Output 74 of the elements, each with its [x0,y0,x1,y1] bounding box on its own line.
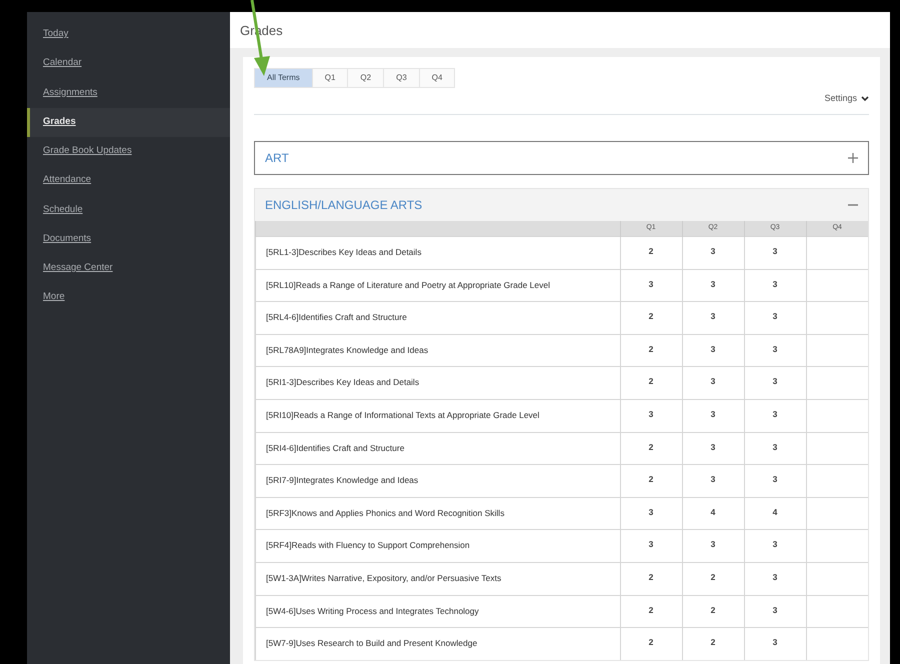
subject-header[interactable]: ART [254,140,869,174]
grade-cell: 2 [620,334,682,367]
plus-icon[interactable] [848,152,858,162]
grade-cell: 3 [620,269,682,302]
standard-cell: [5W7-9]Uses Research to Build and Present Knowledge [256,628,620,660]
grade-cell: 2 [620,432,682,465]
grade-cell: 3 [620,399,682,432]
grade-cell: 2 [620,302,682,334]
grade-cell: 4 [682,497,744,530]
grade-cell: 3 [744,399,806,432]
grade-cell: 3 [744,366,806,400]
standard-cell: [5RL78A9]Integrates Knowledge and Ideas [256,334,620,367]
standard-cell: [5RI4-6]Identifies Craft and Structure [256,432,620,465]
standard-cell: [5RI10]Reads a Range of Informational Texts at Appropriate Grade Level [256,399,620,432]
grade-cell: 3 [682,236,744,270]
grade-cell: 2 [620,464,682,498]
subject-title: ENGLISH/LANGUAGE ARTS [265,196,422,214]
sidebar-item[interactable]: Grade Book Updates [27,137,230,166]
sidebar-item[interactable]: More [27,283,230,312]
grade-cell: 3 [682,334,744,367]
standard-cell: [5RL10]Reads a Range of Literature and Poetry at Appropriate Grade Level [256,269,620,302]
grade-cell: 3 [682,530,744,562]
grade-cell: 3 [682,464,744,498]
grade-cell: 3 [744,334,806,367]
standard-cell: [5W1-3A]Writes Narrative, Expository, and/or Persuasive Texts [256,562,620,596]
sidebar-item[interactable]: Documents [27,224,230,254]
grade-cell: 3 [744,269,806,302]
sidebar-item[interactable]: Attendance [27,166,230,196]
sidebar-item[interactable]: Schedule [27,196,230,225]
grade-cell: 2 [620,628,682,660]
chevron-down-icon [861,96,869,102]
grade-cell: 3 [682,399,744,432]
grade-cell: 3 [620,497,682,530]
grade-cell: 3 [620,530,682,562]
grade-cell: 3 [744,595,806,628]
term-tab[interactable]: All Terms [254,68,313,88]
standard-cell: [5RL1-3]Describes Key Ideas and Details [256,236,620,270]
standard-cell: [5RL4-6]Identifies Craft and Structure [256,302,620,334]
grade-cell: 3 [744,628,806,660]
standard-cell: [5RI7-9]Integrates Knowledge and Ideas [256,464,620,498]
grade-cell: 2 [620,236,682,270]
sidebar-item[interactable]: Assignments [27,78,230,108]
grade-cell: 2 [620,366,682,400]
grade-cell: 3 [682,302,744,334]
subject-header[interactable]: ENGLISH/LANGUAGE ARTS [255,188,868,220]
grade-cell: 3 [744,236,806,270]
grade-cell: 3 [744,464,806,498]
settings-dropdown[interactable]: Settings [824,92,869,106]
grade-cell: 2 [620,595,682,628]
term-tab[interactable]: Q3 [384,68,420,88]
term-tab[interactable]: Q2 [348,68,384,88]
grade-cell: 2 [620,562,682,596]
subject-title: ART [265,150,289,166]
standard-cell: [5RF3]Knows and Applies Phonics and Word Recognition Skills [256,497,620,530]
term-tab[interactable]: Q1 [312,68,348,88]
grade-cell: 2 [682,628,744,660]
grade-cell: 3 [682,269,744,302]
grade-cell: 2 [682,562,744,596]
sidebar-item[interactable]: Today [27,20,230,50]
grade-cell: 4 [744,497,806,530]
standard-cell: [5RF4]Reads with Fluency to Support Comprehension [256,530,620,562]
standard-cell: [5RI1-3]Describes Key Ideas and Details [256,366,620,400]
grade-cell: 3 [744,562,806,596]
sidebar-item[interactable]: Calendar [27,49,230,78]
grade-cell: 3 [682,366,744,400]
grade-cell: 3 [682,432,744,465]
grade-cell: 3 [744,432,806,465]
grade-cell: 3 [744,530,806,562]
term-tab[interactable]: Q4 [420,68,456,88]
standard-cell: [5W4-6]Uses Writing Process and Integrates Technology [256,595,620,628]
grade-cell: 3 [744,302,806,334]
sidebar-item[interactable]: Message Center [27,254,230,284]
sidebar-item[interactable]: Grades [27,108,230,137]
grade-cell: 2 [682,595,744,628]
